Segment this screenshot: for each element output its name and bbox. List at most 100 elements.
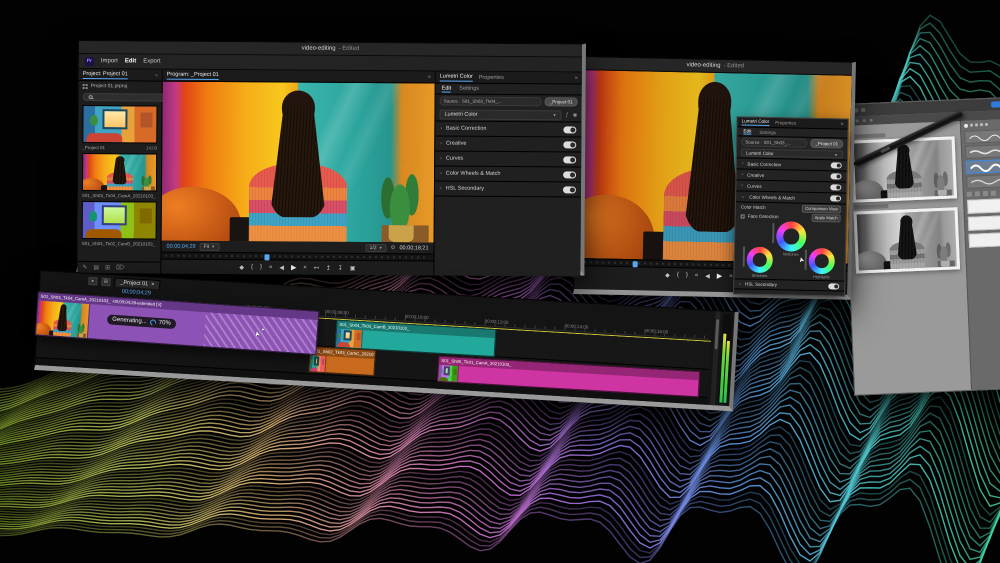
subtab-edit[interactable]: Edit bbox=[442, 85, 452, 92]
section-creative[interactable]: › Creative bbox=[435, 136, 581, 152]
layer-item[interactable] bbox=[967, 198, 1000, 214]
go-to-out-icon[interactable]: » bbox=[303, 265, 306, 271]
brush-stroke-preset[interactable] bbox=[965, 144, 1000, 159]
fx-toggle[interactable] bbox=[563, 156, 576, 163]
section-curves[interactable]: › Curves bbox=[435, 151, 581, 167]
playhead-marker[interactable] bbox=[265, 254, 270, 260]
grid-view-icon[interactable] bbox=[83, 84, 88, 89]
timeline-settings-icon[interactable]: ⊞ bbox=[101, 277, 110, 286]
clip-thumbnail[interactable] bbox=[82, 105, 157, 144]
brush-dot-icon[interactable] bbox=[970, 124, 973, 127]
go-to-in-icon[interactable]: « bbox=[269, 264, 272, 270]
tab-project[interactable]: Project: Project 01 bbox=[83, 71, 128, 79]
tab-properties[interactable]: Properties bbox=[775, 120, 796, 125]
highlights-wheel[interactable] bbox=[808, 248, 835, 275]
tool-dot-icon[interactable] bbox=[863, 119, 866, 122]
tab-properties[interactable]: Properties bbox=[479, 74, 504, 80]
fx-toggle[interactable] bbox=[830, 173, 841, 179]
wrench-icon[interactable]: ⚙ bbox=[391, 245, 396, 251]
mark-out-icon[interactable]: } bbox=[686, 272, 688, 278]
mark-in-icon[interactable]: { bbox=[251, 264, 253, 270]
effect-dropdown[interactable]: Lumetri Color ▼ bbox=[741, 148, 843, 158]
go-to-out-icon[interactable]: » bbox=[729, 273, 732, 279]
comparison-view-button[interactable]: Comparison View bbox=[802, 204, 841, 213]
brush-dot-icon[interactable] bbox=[964, 124, 968, 128]
sequence-tab[interactable]: _Project 01 × bbox=[114, 277, 160, 289]
sequence-pill[interactable]: _Project 01 bbox=[545, 97, 578, 106]
fx-toggle[interactable] bbox=[828, 283, 839, 289]
fx-toggle[interactable] bbox=[563, 141, 576, 148]
subtab-settings[interactable]: Settings bbox=[459, 86, 479, 92]
apply-match-button[interactable]: Apply Match bbox=[812, 213, 841, 222]
add-marker-icon[interactable]: ◆ bbox=[239, 264, 244, 271]
eye-icon[interactable]: ◉ bbox=[573, 112, 578, 118]
brush-dot-icon[interactable] bbox=[975, 123, 978, 126]
option-icon[interactable] bbox=[967, 192, 972, 197]
menu-edit[interactable]: Edit bbox=[125, 58, 136, 64]
close-icon[interactable]: × bbox=[151, 282, 155, 288]
section-color-wheels[interactable]: › Color Wheels & Match bbox=[435, 166, 581, 182]
subtab-settings[interactable]: Settings bbox=[759, 129, 776, 134]
mark-out-icon[interactable]: } bbox=[260, 264, 262, 270]
snap-icon[interactable]: ▸ bbox=[88, 276, 97, 285]
option-icon[interactable] bbox=[975, 191, 980, 196]
project-item[interactable]: _Project 01 14;03 bbox=[78, 103, 161, 152]
option-icon[interactable] bbox=[983, 191, 988, 196]
pen-tool-icon[interactable]: ✎ bbox=[82, 264, 87, 271]
add-marker-icon[interactable]: ◆ bbox=[665, 271, 670, 278]
export-frame-icon[interactable]: ▣ bbox=[350, 264, 356, 271]
go-to-in-icon[interactable]: « bbox=[695, 272, 698, 278]
project-item[interactable]: S01_Sh03_Tk04_CamA_20210103_ 4;29 bbox=[78, 151, 161, 200]
step-back-icon[interactable]: ◀ bbox=[279, 264, 284, 271]
clip-thumbnail[interactable] bbox=[82, 201, 157, 240]
fx-toggle[interactable] bbox=[563, 186, 576, 193]
shadows-slider[interactable] bbox=[743, 246, 745, 266]
view-icon[interactable] bbox=[861, 108, 865, 112]
tab-overflow-icon[interactable]: » bbox=[155, 72, 158, 78]
mark-in-icon[interactable]: { bbox=[677, 272, 679, 278]
project-search-input[interactable] bbox=[83, 93, 169, 102]
fx-toggle[interactable] bbox=[830, 195, 841, 201]
panel-menu-icon[interactable]: ≡ bbox=[428, 74, 431, 80]
face-detection-checkbox[interactable] bbox=[741, 214, 745, 218]
section-hsl-secondary[interactable]: › HSL Secondary bbox=[435, 181, 581, 197]
play-icon[interactable]: ▶ bbox=[717, 272, 723, 280]
shadows-wheel[interactable] bbox=[747, 247, 774, 274]
tool-dot-icon[interactable] bbox=[870, 119, 873, 122]
lift-icon[interactable]: ↥ bbox=[326, 264, 331, 271]
sequence-pill[interactable]: _Project 01 bbox=[810, 139, 843, 149]
share-button[interactable] bbox=[991, 101, 1000, 108]
effect-dropdown[interactable]: Lumetri Color ▼ bbox=[439, 109, 561, 120]
brush-dot-icon[interactable] bbox=[985, 123, 988, 126]
list-view-icon[interactable]: ▤ bbox=[93, 264, 99, 271]
delete-icon[interactable]: ⌦ bbox=[116, 264, 125, 271]
fx-toggle[interactable] bbox=[563, 126, 576, 133]
section-basic-correction[interactable]: › Basic Correction bbox=[435, 121, 581, 137]
brush-stroke-preset-selected[interactable] bbox=[965, 159, 1000, 174]
fit-dropdown[interactable]: Fit ▼ bbox=[200, 242, 220, 250]
clip-thumbnail[interactable] bbox=[82, 153, 157, 192]
tab-lumetri-color[interactable]: Lumetri Color bbox=[742, 118, 770, 126]
subtab-edit[interactable]: Edit bbox=[743, 128, 751, 134]
brush-stroke-preset[interactable] bbox=[964, 129, 1000, 144]
step-forward-icon[interactable]: ↤ bbox=[314, 264, 319, 271]
fx-toggle[interactable] bbox=[563, 171, 576, 178]
layer-item[interactable] bbox=[969, 232, 1000, 248]
project-item[interactable]: S01_Sh04_Tk02_CamB_20210103_ 3;18 bbox=[78, 199, 161, 248]
brush-stroke-preset[interactable] bbox=[966, 174, 1000, 189]
tab-program[interactable]: Program: _Project 01 bbox=[167, 71, 219, 79]
midtones-slider[interactable] bbox=[772, 223, 774, 243]
playhead-marker[interactable] bbox=[633, 261, 638, 267]
layer-item[interactable] bbox=[968, 215, 1000, 231]
fx-badge-icon[interactable]: ƒ bbox=[566, 112, 569, 118]
midtones-wheel[interactable] bbox=[776, 221, 807, 252]
timeline-clip-orange[interactable]: S01_Sh02_Tk03_CamC_20210103_ bbox=[308, 346, 375, 376]
extract-icon[interactable]: ↧ bbox=[338, 264, 343, 271]
new-item-icon[interactable]: ⊞ bbox=[105, 264, 110, 271]
menu-import[interactable]: Import bbox=[101, 58, 118, 64]
storyboard-frame-1[interactable] bbox=[851, 136, 958, 202]
playback-quality-dropdown[interactable]: 1/2 ▼ bbox=[366, 244, 387, 252]
tab-lumetri-color[interactable]: Lumetri Color bbox=[440, 73, 473, 81]
panel-menu-icon[interactable]: ≡ bbox=[841, 121, 844, 127]
step-back-icon[interactable]: ◀ bbox=[705, 272, 710, 279]
